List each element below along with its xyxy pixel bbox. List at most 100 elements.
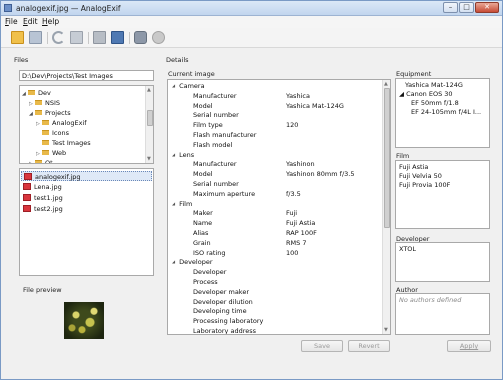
property-row[interactable]: Model Yashica Mat-124G — [168, 101, 383, 111]
property-value[interactable]: Fuji Astia — [286, 218, 315, 228]
file-item[interactable]: test1.jpg — [21, 193, 152, 203]
metadata-scrollbar[interactable]: ▲ ▼ — [382, 80, 390, 334]
property-value[interactable]: 120 — [286, 120, 298, 130]
property-row[interactable]: Serial number — [168, 179, 383, 189]
apply-button[interactable]: Apply — [447, 340, 491, 352]
property-row[interactable]: Process — [168, 277, 383, 287]
file-item[interactable]: Lena.jpg — [21, 182, 152, 192]
property-label: Flash manufacturer — [193, 131, 257, 139]
file-list[interactable]: analogexif.jpg Lena.jpg test1.jpg test2.jpg — [19, 168, 154, 276]
path-field[interactable]: D:\Dev\Projects\Test Images — [19, 70, 154, 81]
tree-item-label: Icons — [52, 129, 69, 137]
tree-item[interactable]: Icons — [36, 128, 69, 138]
property-row[interactable]: ISO rating 100 — [168, 248, 383, 258]
property-row[interactable]: Alias RAP 100F — [168, 228, 383, 238]
property-label: Developer — [193, 268, 227, 277]
open-folder-icon[interactable] — [11, 31, 24, 44]
equipment-item[interactable]: ◢ Canon EOS 30 — [399, 90, 453, 99]
category-row[interactable]: Developer — [168, 257, 383, 267]
metadata-table[interactable]: CameraManufacturerYashicaModelYashica Ma… — [167, 79, 391, 335]
equipment-list[interactable]: Yashica Mat-124G ◢ Canon EOS 30 EF 50mm f/… — [395, 78, 490, 148]
property-row[interactable]: Serial number — [168, 110, 383, 120]
category-row[interactable]: Camera — [168, 81, 383, 91]
property-value[interactable]: Fuji — [286, 208, 297, 218]
equipment-item[interactable]: Yashica Mat-124G — [405, 81, 463, 90]
tree-scrollbar[interactable]: ▲ ▼ — [145, 86, 153, 163]
file-item[interactable]: test2.jpg — [21, 204, 152, 214]
scroll-up-icon[interactable]: ▲ — [147, 87, 151, 93]
tree-item[interactable]: ◢ Projects — [29, 108, 71, 118]
equipment-item[interactable]: EF 24-105mm f/4L I... — [411, 108, 481, 117]
property-row[interactable]: Developer — [168, 267, 383, 277]
property-value[interactable]: RMS 7 — [286, 238, 306, 248]
property-row[interactable]: Developing time — [168, 306, 383, 316]
menu-help[interactable]: Help — [42, 17, 59, 26]
export-icon[interactable] — [111, 31, 124, 44]
property-label: Model — [193, 170, 213, 179]
property-row[interactable]: Film type 120 — [168, 120, 383, 130]
author-list[interactable]: No authors defined — [395, 293, 490, 335]
film-item[interactable]: Fuji Provia 100F — [399, 181, 450, 190]
save-icon[interactable] — [29, 31, 42, 44]
property-value[interactable]: Yashinon 80mm f/3.5 — [286, 169, 354, 179]
property-value[interactable]: f/3.5 — [286, 189, 301, 199]
copy-icon[interactable] — [70, 31, 83, 44]
close-button[interactable]: ✕ — [475, 2, 499, 13]
tree-item[interactable]: ▷ Web — [36, 148, 66, 158]
developer-list[interactable]: XTOL — [395, 242, 490, 282]
film-item[interactable]: Fuji Velvia 50 — [399, 172, 442, 181]
file-name: Lena.jpg — [34, 183, 62, 191]
property-value[interactable]: Yashica Mat-124G — [286, 101, 344, 111]
tree-item-label: Web — [52, 149, 67, 157]
scroll-down-icon[interactable]: ▼ — [384, 327, 388, 333]
property-row[interactable]: Developer dilution — [168, 297, 383, 307]
metadata-scroll-thumb[interactable] — [384, 88, 390, 228]
property-value[interactable]: Yashinon — [286, 159, 315, 169]
equipment-item[interactable]: EF 50mm f/1.8 — [411, 99, 459, 108]
property-row[interactable]: Name Fuji Astia — [168, 218, 383, 228]
property-row[interactable]: Grain RMS 7 — [168, 238, 383, 248]
film-list[interactable]: Fuji Astia Fuji Velvia 50 Fuji Provia 100F — [395, 160, 490, 229]
category-row[interactable]: Lens — [168, 150, 383, 160]
property-row[interactable]: Developer maker — [168, 287, 383, 297]
property-value[interactable]: 100 — [286, 248, 298, 258]
settings-icon[interactable] — [152, 31, 165, 44]
property-value[interactable]: RAP 100F — [286, 228, 317, 238]
property-row[interactable]: Maximum aperture f/3.5 — [168, 189, 383, 199]
tree-item[interactable]: ◢ Dev — [22, 88, 51, 98]
folder-icon — [42, 119, 49, 125]
tree-item[interactable]: ▷ Qt — [29, 158, 53, 163]
film-label: Film — [396, 152, 410, 160]
property-row[interactable]: Manufacturer Yashinon — [168, 159, 383, 169]
maximize-button[interactable]: □ — [459, 2, 474, 13]
property-row[interactable]: Flash model — [168, 140, 383, 150]
property-row[interactable]: Flash manufacturer — [168, 130, 383, 140]
property-row[interactable]: Laboratory address — [168, 326, 383, 334]
category-row[interactable]: Film — [168, 199, 383, 209]
minimize-button[interactable]: – — [443, 2, 458, 13]
paste-icon[interactable] — [93, 31, 106, 44]
scroll-down-icon[interactable]: ▼ — [147, 156, 151, 162]
tree-item[interactable]: Test Images — [36, 138, 91, 148]
property-label: Processing laboratory — [193, 317, 264, 326]
scroll-up-icon[interactable]: ▲ — [384, 81, 388, 87]
film-item[interactable]: Fuji Astia — [399, 163, 428, 172]
revert-button[interactable]: Revert — [348, 340, 390, 352]
tree-item[interactable]: ▷ AnalogExif — [36, 118, 87, 128]
folder-tree[interactable]: ◢ Dev ▷ NSIS ◢ Projects ▷ AnalogExif Icons Test I… — [19, 85, 154, 164]
property-row[interactable]: Processing laboratory — [168, 316, 383, 326]
jpg-file-icon — [24, 172, 32, 180]
file-item[interactable]: analogexif.jpg — [21, 171, 152, 181]
menu-edit[interactable]: Edit — [23, 17, 38, 26]
property-row[interactable]: Model Yashinon 80mm f/3.5 — [168, 169, 383, 179]
revert-icon[interactable] — [52, 31, 65, 44]
save-button[interactable]: Save — [301, 340, 343, 352]
developer-item[interactable]: XTOL — [399, 245, 416, 254]
property-value[interactable]: Yashica — [286, 91, 310, 101]
property-row[interactable]: Manufacturer Yashica — [168, 91, 383, 101]
menu-file[interactable]: File — [5, 17, 18, 26]
tree-item[interactable]: ▷ NSIS — [29, 98, 60, 108]
gear-icon[interactable] — [134, 31, 147, 44]
tree-scroll-thumb[interactable] — [147, 110, 153, 126]
property-row[interactable]: Maker Fuji — [168, 208, 383, 218]
